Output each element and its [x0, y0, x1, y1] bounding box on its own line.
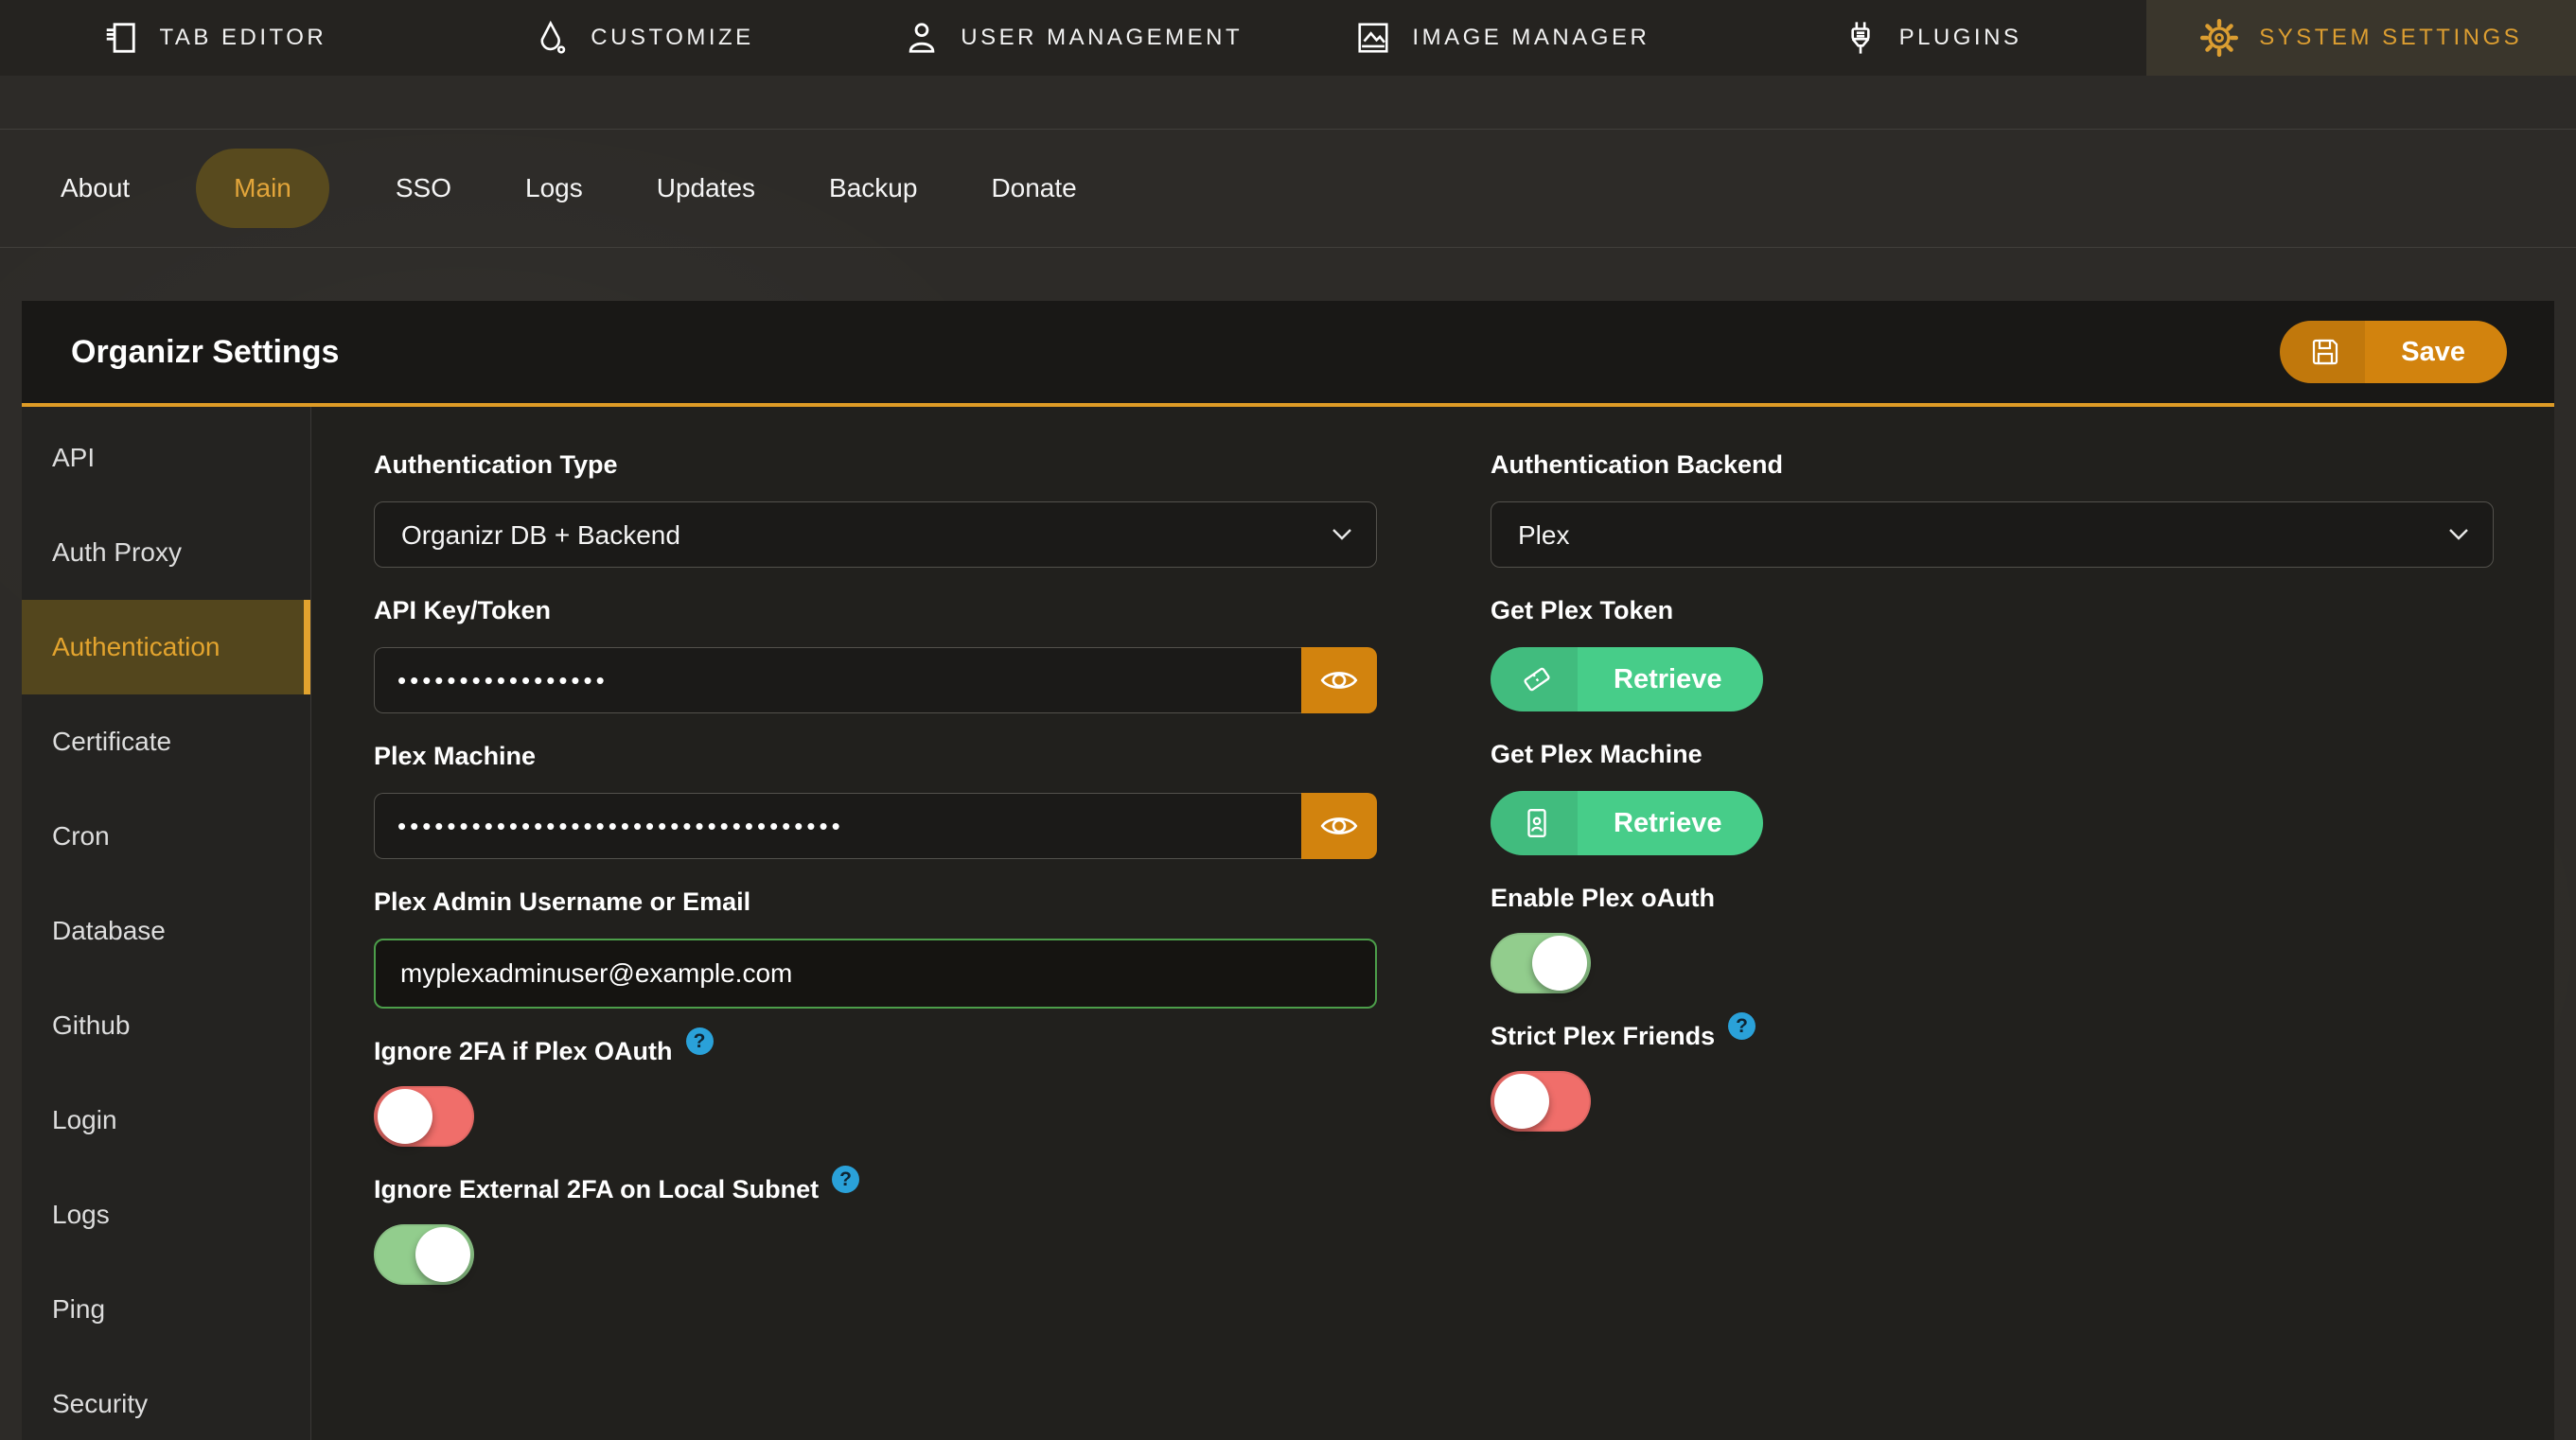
sidebar-item-auth-proxy[interactable]: Auth Proxy [22, 505, 310, 600]
reveal-plex-machine-button[interactable] [1301, 793, 1377, 859]
auth-backend-label: Authentication Backend [1491, 448, 2494, 481]
get-plex-token-label: Get Plex Token [1491, 594, 2494, 626]
enable-plex-oauth-toggle[interactable] [1491, 933, 1591, 993]
nav-image-manager[interactable]: IMAGE MANAGER [1288, 0, 1718, 76]
ignore-2fa-oauth-label: Ignore 2FA if Plex OAuth [374, 1035, 673, 1067]
nav-plugins[interactable]: PLUGINS [1718, 0, 2147, 76]
id-badge-icon [1491, 791, 1578, 855]
system-settings-icon [2200, 19, 2238, 57]
tab-updates[interactable]: Updates [649, 150, 763, 226]
sidebar-item-database[interactable]: Database [22, 884, 310, 978]
ignore-external-2fa-label: Ignore External 2FA on Local Subnet [374, 1173, 819, 1205]
image-manager-icon [1355, 20, 1391, 56]
sidebar-item-login[interactable]: Login [22, 1073, 310, 1168]
toggle-knob [1494, 1074, 1549, 1129]
panel-header: Organizr Settings Save [22, 301, 2554, 407]
ignore-external-2fa-toggle[interactable] [374, 1224, 474, 1285]
plex-machine-label: Plex Machine [374, 740, 1377, 772]
api-key-input[interactable] [374, 647, 1301, 713]
nav-label: PLUGINS [1899, 25, 2022, 51]
toggle-knob [378, 1089, 432, 1144]
page-title: Organizr Settings [71, 334, 339, 371]
auth-type-select[interactable]: Organizr DB + Backend [374, 501, 1377, 568]
toggle-knob [1532, 936, 1587, 991]
enable-plex-oauth-label: Enable Plex oAuth [1491, 882, 2494, 914]
tab-main[interactable]: Main [196, 149, 329, 228]
sidebar-item-authentication[interactable]: Authentication [22, 600, 310, 694]
panel-body: API Auth Proxy Authentication Certificat… [22, 407, 2554, 1440]
sidebar-item-certificate[interactable]: Certificate [22, 694, 310, 789]
top-navigation: TAB EDITOR CUSTOMIZE USER MANAGEMENT IMA… [0, 0, 2576, 76]
retrieve-button-label: Retrieve [1578, 791, 1763, 855]
get-plex-machine-label: Get Plex Machine [1491, 738, 2494, 770]
help-icon[interactable]: ? [686, 1027, 714, 1055]
nav-label: SYSTEM SETTINGS [2259, 25, 2522, 51]
strict-plex-friends-toggle[interactable] [1491, 1071, 1591, 1132]
nav-system-settings[interactable]: SYSTEM SETTINGS [2146, 0, 2576, 76]
eye-icon [1320, 813, 1358, 839]
tab-sso[interactable]: SSO [388, 150, 459, 226]
form-left-column: Authentication Type Organizr DB + Backen… [374, 448, 1377, 1311]
api-key-label: API Key/Token [374, 594, 1377, 626]
ignore-2fa-oauth-toggle[interactable] [374, 1086, 474, 1147]
sidebar-item-github[interactable]: Github [22, 978, 310, 1073]
help-icon[interactable]: ? [832, 1166, 859, 1193]
retrieve-button-label: Retrieve [1578, 647, 1763, 711]
tab-donate[interactable]: Donate [983, 150, 1084, 226]
retrieve-plex-token-button[interactable]: Retrieve [1491, 647, 1763, 711]
nav-label: TAB EDITOR [159, 25, 326, 51]
authentication-form: Authentication Type Organizr DB + Backen… [311, 407, 2554, 1440]
toggle-knob [415, 1227, 470, 1282]
tab-editor-icon [102, 20, 138, 56]
plex-admin-input[interactable] [374, 939, 1377, 1009]
tab-backup[interactable]: Backup [821, 150, 925, 226]
help-icon[interactable]: ? [1728, 1012, 1756, 1040]
customize-icon [534, 20, 570, 56]
auth-type-label: Authentication Type [374, 448, 1377, 481]
floppy-icon [2280, 321, 2365, 383]
settings-sidebar: API Auth Proxy Authentication Certificat… [22, 407, 311, 1440]
settings-tabs: About Main SSO Logs Updates Backup Donat… [0, 129, 2576, 248]
tab-about[interactable]: About [53, 150, 137, 226]
sidebar-item-security[interactable]: Security [22, 1357, 310, 1440]
organizr-settings-panel: Organizr Settings Save API Auth Proxy Au… [22, 301, 2554, 1440]
auth-backend-select[interactable]: Plex [1491, 501, 2494, 568]
nav-customize[interactable]: CUSTOMIZE [430, 0, 859, 76]
save-button[interactable]: Save [2280, 321, 2507, 383]
plex-machine-input[interactable] [374, 793, 1301, 859]
sidebar-item-logs[interactable]: Logs [22, 1168, 310, 1262]
eye-icon [1320, 667, 1358, 694]
plugins-icon [1843, 20, 1879, 56]
nav-user-management[interactable]: USER MANAGEMENT [858, 0, 1288, 76]
sidebar-item-ping[interactable]: Ping [22, 1262, 310, 1357]
ticket-icon [1491, 647, 1578, 711]
nav-label: USER MANAGEMENT [961, 25, 1243, 51]
strict-plex-friends-label: Strict Plex Friends [1491, 1020, 1715, 1052]
user-management-icon [904, 20, 940, 56]
nav-label: CUSTOMIZE [591, 25, 753, 51]
plex-admin-label: Plex Admin Username or Email [374, 886, 1377, 918]
reveal-api-key-button[interactable] [1301, 647, 1377, 713]
sidebar-item-cron[interactable]: Cron [22, 789, 310, 884]
retrieve-plex-machine-button[interactable]: Retrieve [1491, 791, 1763, 855]
tab-logs[interactable]: Logs [518, 150, 591, 226]
sidebar-item-api[interactable]: API [22, 411, 310, 505]
save-button-label: Save [2365, 321, 2507, 383]
nav-tab-editor[interactable]: TAB EDITOR [0, 0, 430, 76]
form-right-column: Authentication Backend Plex Get Plex Tok… [1491, 448, 2494, 1311]
nav-label: IMAGE MANAGER [1412, 25, 1650, 51]
